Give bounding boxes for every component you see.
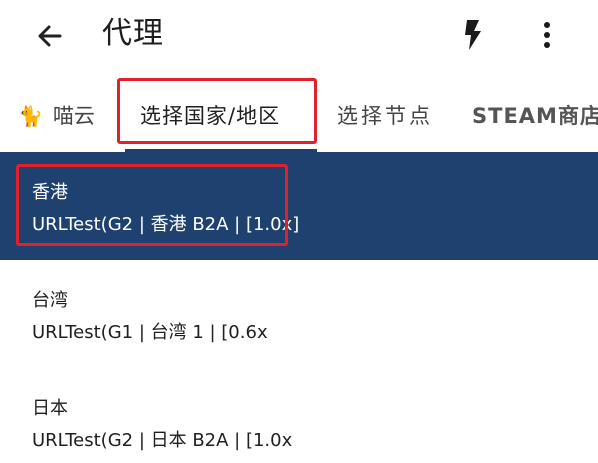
arrow-left-icon [38, 25, 62, 47]
app-bar: 代理 [0, 0, 598, 70]
proxy-screen: 代理 🐈 喵云 选择国家/地区 选择节点 STEAM商店 香港 URLTest(… [0, 0, 598, 463]
tab-label: STEAM商店 [472, 104, 598, 128]
highlight-box [117, 78, 317, 144]
highlight-box [16, 164, 288, 246]
more-vert-icon [544, 22, 550, 48]
speed-test-button[interactable] [458, 18, 488, 52]
tab-steam-store[interactable]: STEAM商店 [472, 70, 598, 152]
proxy-name: 台湾 [32, 290, 68, 311]
page-title: 代理 [102, 16, 164, 51]
proxy-item-taiwan[interactable]: 台湾 URLTest(G1 | 台湾 1 | [0.6x] | [0, 260, 598, 368]
tab-profile[interactable]: 🐈 喵云 [18, 70, 95, 152]
redacted-area [268, 310, 508, 358]
bolt-icon [465, 20, 481, 50]
redacted-area [292, 414, 592, 463]
tab-label: 喵云 [52, 104, 95, 128]
proxy-detail: URLTest(G2 | 日本 B2A | [1.0x] | [32, 430, 312, 451]
cat-icon: 🐈 [18, 104, 43, 128]
back-button[interactable] [32, 18, 68, 54]
tab-label: 选择节点 [337, 104, 433, 128]
tab-select-node[interactable]: 选择节点 [337, 70, 433, 152]
proxy-name: 日本 [32, 398, 68, 419]
proxy-detail: URLTest(G1 | 台湾 1 | [0.6x] | [32, 322, 287, 343]
proxy-item-japan[interactable]: 日本 URLTest(G2 | 日本 B2A | [1.0x] | [0, 368, 598, 463]
more-options-button[interactable] [534, 18, 560, 52]
